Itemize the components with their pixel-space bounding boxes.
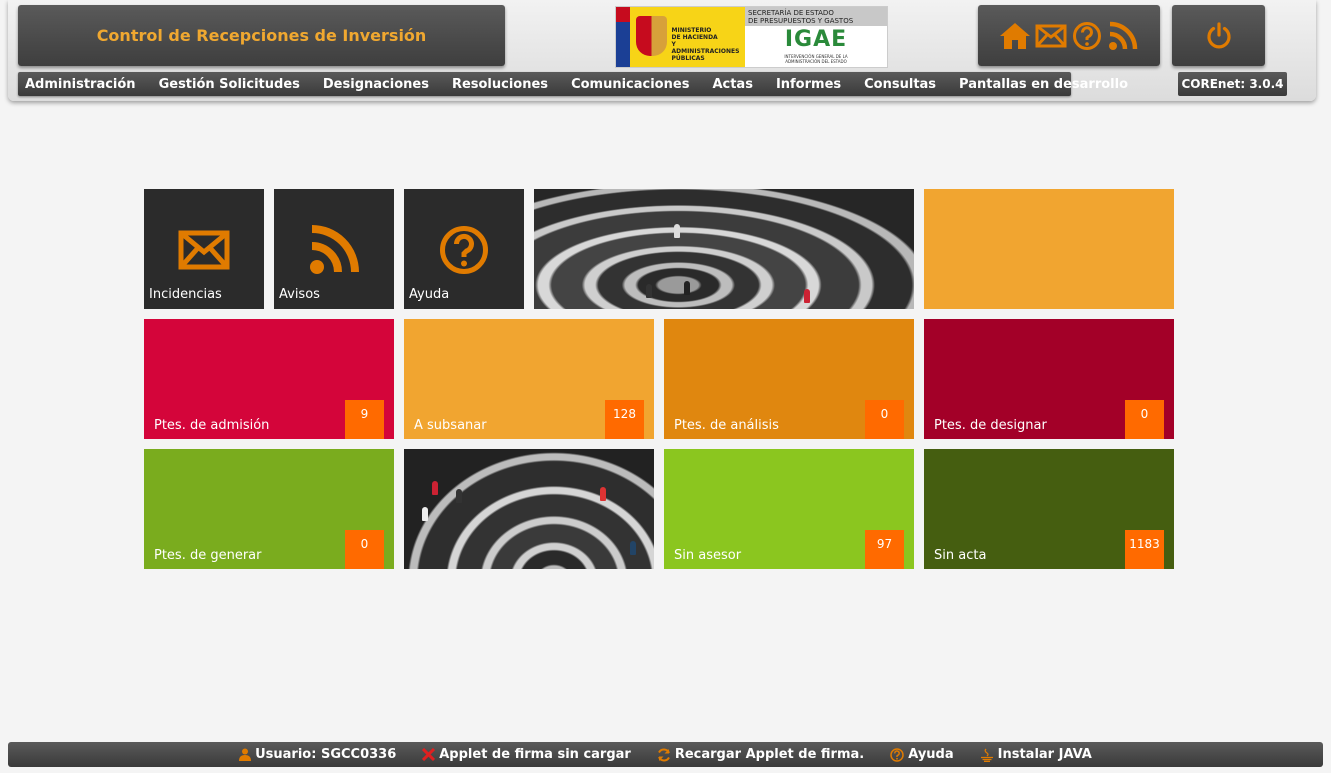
help-icon (437, 226, 491, 274)
tile-sin-acta[interactable]: Sin acta 1183 (924, 449, 1174, 569)
version-label: COREnet: 3.0.4 (1178, 72, 1287, 96)
count-badge: 1183 (1125, 530, 1164, 569)
tile-label: Sin acta (934, 548, 987, 563)
tile-label: A subsanar (414, 418, 487, 433)
tile-incidencias[interactable]: Incidencias (144, 189, 264, 309)
tile-blank (924, 189, 1174, 309)
menu-consultas[interactable]: Consultas (864, 77, 936, 92)
mail-icon (177, 227, 231, 273)
java-icon (980, 748, 993, 762)
refresh-icon (657, 748, 670, 761)
user-info: Usuario: SGCC0336 (239, 747, 396, 762)
status-bar: Usuario: SGCC0336 Applet de firma sin ca… (8, 742, 1323, 767)
count-badge: 0 (345, 530, 384, 569)
tile-a-subsanar[interactable]: A subsanar 128 (404, 319, 654, 439)
tile-label: Ptes. de designar (934, 418, 1047, 433)
tile-label: Sin asesor (674, 548, 742, 563)
help-icon[interactable] (1071, 20, 1103, 52)
menu-gestion-solicitudes[interactable]: Gestión Solicitudes (159, 77, 300, 92)
secretaria-name: SECRETARÍA DE ESTADO DE PRESUPUESTOS Y G… (745, 7, 887, 26)
count-badge: 128 (605, 400, 644, 439)
coat-of-arms-icon (635, 16, 668, 56)
mail-icon[interactable] (1035, 20, 1067, 52)
user-icon (239, 748, 252, 761)
menu-pantallas-en-desarrollo[interactable]: Pantallas en desarrollo (959, 77, 1128, 92)
logout-button[interactable] (1172, 5, 1265, 66)
reload-applet-link[interactable]: Recargar Applet de firma. (657, 747, 864, 762)
tile-label: Ptes. de generar (154, 548, 262, 563)
staircase-image (534, 189, 914, 309)
install-java-link[interactable]: Instalar JAVA (980, 747, 1092, 762)
menu-comunicaciones[interactable]: Comunicaciones (571, 77, 689, 92)
tile-avisos[interactable]: Avisos (274, 189, 394, 309)
menu-resoluciones[interactable]: Resoluciones (452, 77, 548, 92)
menu-informes[interactable]: Informes (776, 77, 841, 92)
ministry-logo: MINISTERIO DE HACIENDA Y ADMINISTRACIONE… (615, 6, 888, 68)
power-icon (1206, 21, 1231, 48)
menu-actas[interactable]: Actas (712, 77, 753, 92)
help-link[interactable]: Ayuda (890, 747, 954, 762)
igae-subtitle: INTERVENCIÓN GENERAL DE LA ADMINISTRACIÓ… (784, 54, 848, 64)
rss-icon (307, 225, 361, 274)
tile-ayuda[interactable]: Ayuda (404, 189, 524, 309)
flag-icon (616, 7, 630, 67)
count-badge: 0 (1125, 400, 1164, 439)
app-title: Control de Recepciones de Inversión (18, 5, 505, 66)
count-badge: 9 (345, 400, 384, 439)
menu-designaciones[interactable]: Designaciones (323, 77, 429, 92)
help-icon (890, 747, 904, 762)
tile-sin-asesor[interactable]: Sin asesor 97 (664, 449, 914, 569)
error-x-icon (422, 748, 436, 761)
tile-label: Ayuda (409, 287, 450, 302)
igae-brand: IGAE (784, 27, 848, 52)
header-bar: Control de Recepciones de Inversión MINI… (8, 0, 1316, 101)
count-badge: 97 (865, 530, 904, 569)
tile-ptes-designar[interactable]: Ptes. de designar 0 (924, 319, 1174, 439)
tile-label: Incidencias (149, 287, 222, 302)
tile-label: Ptes. de análisis (674, 418, 779, 433)
staircase-image (404, 449, 654, 569)
tile-ptes-analisis[interactable]: Ptes. de análisis 0 (664, 319, 914, 439)
rss-icon[interactable] (1107, 20, 1139, 52)
quick-icons (978, 5, 1160, 66)
tile-ptes-admision[interactable]: Ptes. de admisión 9 (144, 319, 394, 439)
tile-label: Ptes. de admisión (154, 418, 270, 433)
applet-status: Applet de firma sin cargar (422, 747, 631, 762)
tile-label: Avisos (279, 287, 320, 302)
tile-ptes-generar[interactable]: Ptes. de generar 0 (144, 449, 394, 569)
main-menu: Administración Gestión Solicitudes Desig… (18, 72, 1128, 96)
menu-administracion[interactable]: Administración (25, 77, 136, 92)
ministry-name: MINISTERIO DE HACIENDA Y ADMINISTRACIONE… (671, 27, 740, 62)
count-badge: 0 (865, 400, 904, 439)
home-icon[interactable] (999, 20, 1031, 52)
